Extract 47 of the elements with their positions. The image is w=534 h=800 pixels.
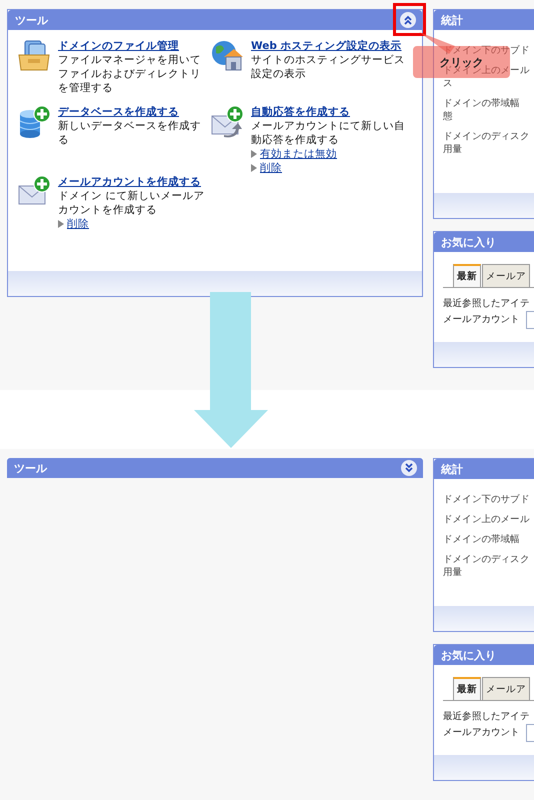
- stat-text: 用量: [443, 143, 464, 156]
- stat-text: ドメイン下のサブド: [443, 493, 530, 506]
- action-link[interactable]: 削除: [67, 217, 89, 231]
- database-add-icon: [17, 105, 51, 139]
- action-link[interactable]: 有効または無効: [260, 147, 337, 161]
- stat-text: ドメインの帯域幅: [443, 97, 521, 110]
- panel-title: お気に入り: [441, 234, 496, 250]
- stat-text: ドメインのディスク: [443, 553, 530, 566]
- tool-link[interactable]: データベースを作成する: [58, 105, 179, 119]
- tool-link[interactable]: Web ホスティング設定の表示: [251, 39, 402, 53]
- tab[interactable]: 最新: [453, 264, 481, 287]
- panel-title: 統計: [441, 12, 463, 28]
- collapse-button[interactable]: [400, 12, 416, 28]
- tool-description: ファイルマネージャを用いてファイルおよびディレクトリを管理する: [58, 53, 202, 95]
- item-label: メールアカウント: [443, 726, 520, 740]
- panel-title: 統計: [441, 462, 463, 476]
- stat-text: 態: [443, 110, 454, 123]
- bullet-icon: [251, 164, 257, 172]
- item-label: メールアカウント: [443, 313, 520, 327]
- tool-description: ドメイン にて新しいメールアカウントを作成する: [58, 189, 206, 217]
- bullet-icon: [58, 220, 64, 228]
- tool-link[interactable]: ドメインのファイル管理: [58, 39, 179, 53]
- panel-title: ツール: [15, 12, 48, 28]
- panel-title: お気に入り: [441, 648, 496, 662]
- stat-text: ドメインの帯域幅: [443, 533, 521, 546]
- tool-description: 新しいデータベースを作成する: [58, 119, 202, 147]
- stat-text: ドメイン上のメール: [443, 513, 530, 526]
- action-link[interactable]: 削除: [260, 161, 282, 175]
- tab[interactable]: メールア: [482, 264, 530, 287]
- collapse-button[interactable]: [401, 460, 417, 476]
- tab[interactable]: 最新: [453, 677, 481, 700]
- tool-description: メールアカウントにて新しい自動応答を作成する: [251, 119, 406, 147]
- highlight-frame: [393, 3, 426, 36]
- recent-items-label: 最近参照したアイテ: [443, 297, 530, 311]
- panel-title: ツール: [14, 460, 47, 476]
- tab[interactable]: メールア: [482, 677, 530, 700]
- stat-text: ス: [443, 77, 454, 90]
- stat-text: 用量: [443, 566, 464, 579]
- bullet-icon: [251, 150, 257, 158]
- tool-link[interactable]: 自動応答を作成する: [251, 105, 350, 119]
- globe-house-icon: [210, 39, 244, 73]
- tool-description: サイトのホスティングサービス設定の表示: [251, 53, 406, 81]
- folder-icon: [17, 39, 51, 73]
- envelope-arrow-icon: [210, 105, 244, 139]
- recent-items-label: 最近参照したアイテ: [443, 710, 530, 724]
- stat-text: ドメインのディスク: [443, 130, 530, 143]
- tool-link[interactable]: メールアカウントを作成する: [58, 175, 201, 189]
